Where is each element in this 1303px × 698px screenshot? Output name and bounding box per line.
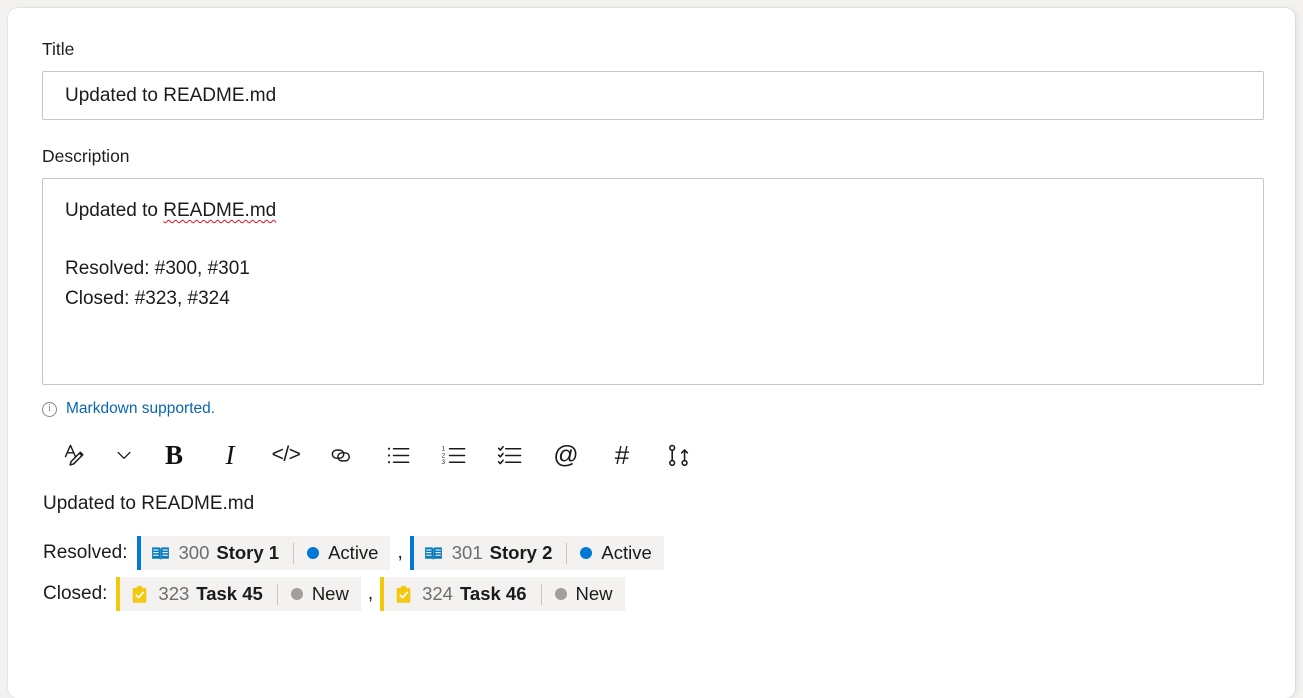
markdown-supported-label: Markdown supported. — [66, 400, 216, 417]
chip-separator: , — [367, 583, 374, 604]
state-dot-icon — [580, 547, 593, 559]
preview-row-label: Resolved: — [43, 542, 128, 563]
work-item-glyph: # — [614, 439, 630, 470]
work-item-title: Story 1 — [216, 542, 280, 563]
work-item-chip[interactable]: 324 Task 46 New — [380, 577, 625, 611]
state-dot-icon — [290, 588, 303, 600]
checklist-icon[interactable] — [482, 434, 538, 476]
work-item-form-panel: Title Description Updated to README.md R… — [8, 8, 1295, 698]
work-item-chip[interactable]: 301 Story 2 Active — [409, 536, 664, 570]
description-blank-line — [65, 226, 1243, 254]
chip-divider — [293, 542, 295, 564]
user-story-icon — [150, 543, 171, 564]
work-item-chip[interactable]: 323 Task 45 New — [116, 577, 361, 611]
title-field-label: Title — [42, 39, 75, 59]
preview-row-label: Closed: — [43, 583, 108, 604]
work-item-icon[interactable]: # — [594, 434, 650, 476]
work-item-state: New — [575, 583, 613, 604]
link-icon[interactable] — [314, 434, 370, 476]
description-field-label: Description — [42, 146, 130, 166]
bulleted-list-icon[interactable] — [370, 434, 426, 476]
work-item-state: Active — [328, 542, 379, 563]
work-item-title: Task 46 — [459, 583, 527, 604]
description-line-3: Closed: #323, #324 — [65, 288, 230, 309]
pull-request-icon[interactable] — [650, 434, 706, 476]
bold-icon[interactable]: B — [146, 434, 202, 476]
svg-text:2: 2 — [441, 453, 445, 459]
state-dot-icon — [554, 588, 567, 600]
work-item-state: Active — [601, 542, 652, 563]
preview-heading: Updated to README.md — [43, 493, 255, 514]
formatting-toolbar: B I </> 1 2 3 @ # — [46, 432, 1264, 478]
user-story-icon — [423, 543, 444, 564]
work-item-title: Story 2 — [489, 542, 553, 563]
code-icon[interactable]: </> — [258, 434, 314, 476]
description-line-1: Updated to README.md — [65, 196, 1243, 226]
form-container: Title Description Updated to README.md R… — [42, 38, 1264, 611]
chip-divider — [276, 583, 278, 605]
chip-separator: , — [397, 542, 403, 563]
info-circle-icon: i — [42, 401, 57, 417]
preview-row-resolved: Resolved: 300 Story 1 Active , 301 Story… — [43, 536, 1264, 570]
italic-icon[interactable]: I — [202, 434, 258, 476]
numbered-list-icon[interactable]: 1 2 3 — [426, 434, 482, 476]
title-input[interactable] — [42, 71, 1264, 120]
chip-divider — [540, 583, 542, 605]
task-icon — [129, 584, 150, 605]
code-glyph: </> — [271, 443, 301, 466]
work-item-chip[interactable]: 300 Story 1 Active — [136, 536, 391, 570]
description-misspelled-word: README.md — [163, 200, 277, 221]
svg-text:1: 1 — [441, 446, 445, 452]
work-item-id: 324 — [422, 583, 453, 604]
description-line-1-prefix: Updated to — [65, 200, 164, 221]
bold-glyph: B — [164, 439, 183, 470]
work-item-title: Task 45 — [196, 583, 263, 604]
markdown-supported-note: i Markdown supported. — [42, 399, 1264, 419]
work-item-id: 300 — [178, 542, 210, 563]
mention-icon[interactable]: @ — [538, 434, 594, 476]
chip-divider — [566, 542, 568, 564]
task-icon — [393, 584, 414, 605]
svg-text:3: 3 — [441, 460, 445, 466]
italic-glyph: I — [225, 439, 235, 470]
state-dot-icon — [307, 547, 320, 559]
preview-row-closed: Closed: 323 Task 45 New , 324 Task 46 Ne… — [43, 577, 1264, 611]
work-item-id: 301 — [451, 542, 483, 563]
font-color-icon[interactable] — [46, 434, 102, 476]
work-item-state: New — [311, 583, 349, 604]
description-editor[interactable]: Updated to README.md Resolved: #300, #30… — [42, 178, 1264, 385]
mention-glyph: @ — [553, 440, 579, 469]
chevron-down-icon[interactable] — [102, 434, 146, 476]
work-item-id: 323 — [158, 583, 190, 604]
description-line-2: Resolved: #300, #301 — [65, 258, 250, 279]
